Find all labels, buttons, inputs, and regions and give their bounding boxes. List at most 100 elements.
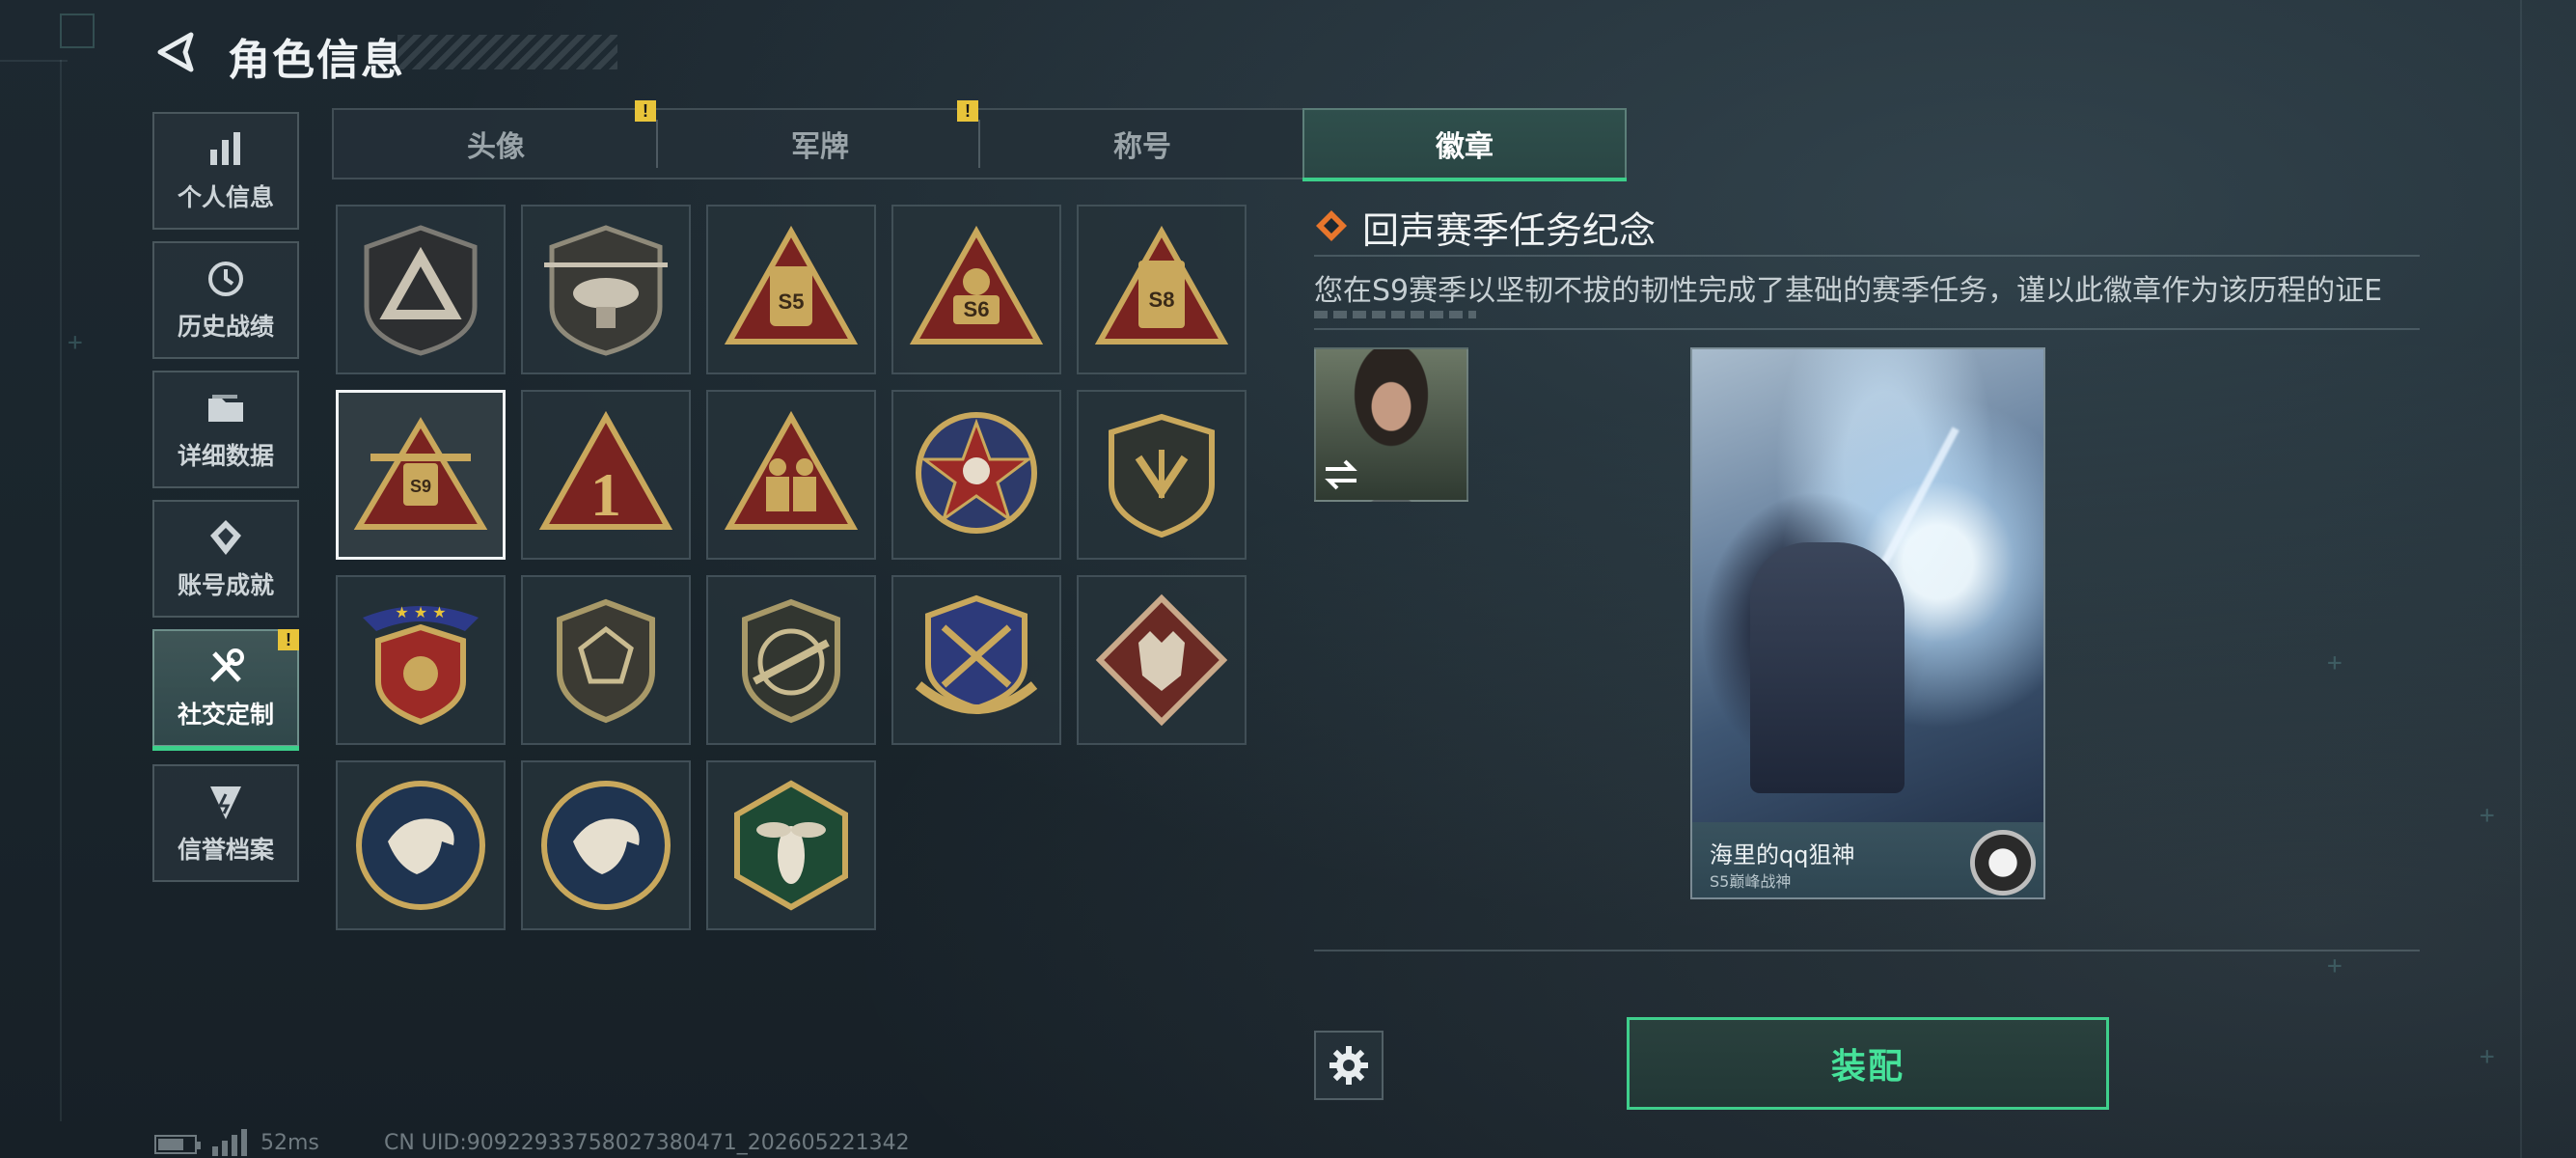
sidebar-item-credit-file[interactable]: 信誉档案 (152, 764, 299, 882)
tab-badge[interactable]: 徽章 (1302, 108, 1627, 181)
tab-label: 军牌 (791, 130, 849, 164)
badge-cell[interactable] (1077, 390, 1247, 560)
tab-label: 头像 (467, 130, 525, 164)
panel-divider (1314, 950, 2420, 951)
triangle-emblem-badge (364, 225, 478, 356)
badge-cell[interactable]: S5 (706, 205, 876, 374)
panel-divider (1314, 255, 2420, 257)
s9-season-badge: S9 (353, 417, 488, 530)
s5-season-badge: S5 (724, 225, 859, 345)
settings-button[interactable] (1314, 1031, 1384, 1100)
star-skull-badge (916, 412, 1037, 534)
wolf-diamond-badge (1095, 593, 1228, 727)
bar-chart-icon (210, 132, 240, 165)
sidebar-item-social-custom[interactable]: 社交定制 ! (152, 629, 299, 751)
tab-label: 称号 (1113, 130, 1171, 164)
svg-text:★ ★ ★: ★ ★ ★ (395, 603, 446, 621)
uid-readout: CN UID:909229337580273804​71_20260522134… (384, 1131, 910, 1155)
svg-text:S8: S8 (1149, 288, 1175, 312)
badge-cell[interactable] (706, 575, 876, 745)
sidebar-item-personal-info[interactable]: 个人信息 (152, 112, 299, 230)
badge-cell[interactable] (336, 760, 506, 930)
svg-text:S5: S5 (779, 290, 805, 314)
crossed-sword-crest-badge (915, 594, 1038, 714)
badge-cell[interactable] (521, 760, 691, 930)
sidebar-item-label: 历史战绩 (177, 313, 274, 341)
badge-cell[interactable] (336, 205, 506, 374)
badge-cell[interactable] (706, 760, 876, 930)
badge-cell-selected[interactable]: S9 (336, 390, 506, 560)
deco-line (0, 60, 68, 62)
sidebar-item-achievements[interactable]: 账号成就 (152, 500, 299, 618)
description-decoration (1314, 311, 1476, 318)
badge-cell[interactable] (891, 575, 1061, 745)
badge-cell[interactable] (706, 390, 876, 560)
svg-text:1: 1 (590, 460, 621, 529)
helicopter-badge (544, 225, 668, 356)
battery-icon (154, 1135, 201, 1154)
badge-cell[interactable]: ★ ★ ★ (336, 575, 506, 745)
card-art-figure (1750, 542, 1905, 793)
plus-deco: + (2480, 801, 2495, 830)
card-player-name: 海里的qq狙神 (1710, 841, 1855, 868)
card-footer: 海里的qq狙神 S5巅峰战神 (1692, 822, 2043, 897)
s6-season-badge: S6 (909, 225, 1044, 345)
soldiers-badge (724, 410, 859, 530)
player-card: 海里的qq狙神 S5巅峰战神 (1690, 347, 2045, 899)
skull-emblem-icon (1970, 830, 2036, 896)
diamond-badge-icon (1316, 210, 1347, 241)
three-star-crest-badge: ★ ★ ★ (363, 603, 479, 726)
sidebar-item-label: 信誉档案 (177, 836, 274, 864)
badge-cell[interactable]: S6 (891, 205, 1061, 374)
card-artwork (1692, 349, 2043, 822)
badge-cell[interactable] (1077, 575, 1247, 745)
character-portrait[interactable] (1314, 347, 1468, 502)
badge-cell[interactable]: 1 (521, 390, 691, 560)
badge-cell[interactable] (891, 390, 1061, 560)
deco-line (60, 60, 62, 1121)
alert-badge: ! (635, 100, 656, 122)
tab-title[interactable]: 称号 (980, 108, 1304, 179)
signal-icon (212, 1129, 247, 1156)
tab-label: 徽章 (1436, 130, 1494, 164)
equip-button[interactable]: 装配 (1627, 1017, 2109, 1110)
swap-icon[interactable] (1322, 455, 1360, 494)
title-decoration (397, 35, 617, 69)
badge-cell[interactable] (521, 575, 691, 745)
achievement-badge-icon (210, 520, 241, 555)
folder-icon (208, 395, 243, 422)
svg-text:S9: S9 (410, 477, 431, 496)
sidebar-item-history[interactable]: 历史战绩 (152, 241, 299, 359)
eagle-round-badge-1 (356, 781, 485, 910)
card-player-subtitle: S5巅峰战神 (1710, 872, 1792, 891)
history-clock-icon (208, 262, 243, 296)
alert-badge: ! (278, 629, 299, 650)
back-chevron-icon[interactable] (152, 29, 199, 75)
deco-line (2520, 0, 2522, 1158)
alert-badge: ! (957, 100, 978, 122)
s8-season-badge: S8 (1094, 225, 1229, 345)
wasp-hexagon-badge (734, 780, 848, 911)
svg-text:S6: S6 (964, 297, 990, 321)
gear-icon (1329, 1046, 1368, 1085)
sidebar-item-detail-data[interactable]: 详细数据 (152, 371, 299, 488)
eagle-round-badge-2 (541, 781, 671, 910)
tab-avatar[interactable]: 头像 (334, 108, 658, 179)
sidebar-item-label: 账号成就 (177, 571, 274, 599)
ping-readout: 52ms (260, 1131, 319, 1155)
plus-deco: + (68, 328, 83, 357)
rifle-shield-badge (742, 598, 840, 724)
page-title: 角色信息 (228, 36, 405, 85)
sidebar-item-label: 详细数据 (177, 442, 274, 470)
badge-detail-description: 您在S9赛季以坚韧不拔的韧性完成了基础的赛季任务，谨以此徽章作为该历程的证E (1314, 274, 2383, 305)
plus-deco: + (2327, 951, 2343, 980)
sidebar-item-label: 社交定制 (177, 701, 274, 729)
badge-cell[interactable]: S8 (1077, 205, 1247, 374)
badge-cell[interactable] (521, 205, 691, 374)
plus-deco: + (2327, 648, 2343, 677)
tab-dogtag[interactable]: 军牌 (658, 108, 982, 179)
corner-deco (60, 14, 95, 48)
sidebar-item-label: 个人信息 (177, 183, 274, 211)
credit-shield-icon (210, 786, 241, 819)
badge-detail-title: 回声赛季任务纪念 (1362, 209, 1657, 252)
